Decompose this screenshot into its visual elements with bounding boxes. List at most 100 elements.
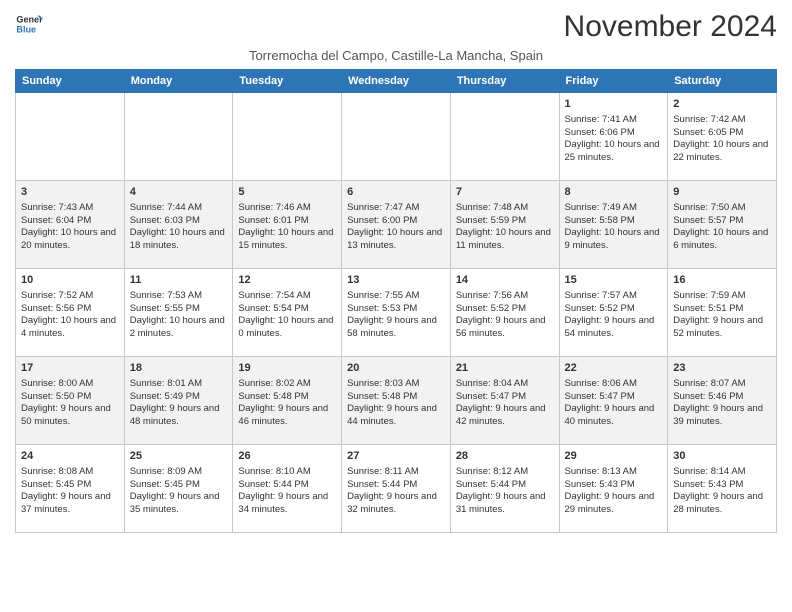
day-number: 15	[565, 273, 663, 288]
day-info: Sunrise: 7:48 AM Sunset: 5:59 PM Dayligh…	[456, 202, 554, 253]
day-number: 20	[347, 361, 445, 376]
day-info: Sunrise: 8:13 AM Sunset: 5:43 PM Dayligh…	[565, 466, 663, 517]
calendar-cell: 12Sunrise: 7:54 AM Sunset: 5:54 PM Dayli…	[233, 269, 342, 357]
day-info: Sunrise: 7:49 AM Sunset: 5:58 PM Dayligh…	[565, 202, 663, 253]
calendar-cell: 28 Sunrise: 8:12 AM Sunset: 5:44 PM Dayli…	[450, 445, 559, 533]
day-number: 13	[347, 273, 445, 288]
calendar-week-3: 10Sunrise: 7:52 AM Sunset: 5:56 PM Dayli…	[16, 269, 777, 357]
day-number: 29	[565, 449, 663, 464]
day-info: Sunrise: 8:01 AM Sunset: 5:49 PM Dayligh…	[130, 378, 228, 429]
weekday-header-friday: Friday	[559, 70, 668, 93]
calendar-cell: 29 Sunrise: 8:13 AM Sunset: 5:43 PM Dayli…	[559, 445, 668, 533]
calendar-cell: 7 Sunrise: 7:48 AM Sunset: 5:59 PM Daylig…	[450, 181, 559, 269]
calendar-cell: 13 Sunrise: 7:55 AM Sunset: 5:53 PM Dayli…	[342, 269, 451, 357]
day-number: 2	[673, 97, 771, 112]
calendar-cell: 10Sunrise: 7:52 AM Sunset: 5:56 PM Dayli…	[16, 269, 125, 357]
day-number: 14	[456, 273, 554, 288]
calendar-cell: 30 Sunrise: 8:14 AM Sunset: 5:43 PM Dayli…	[668, 445, 777, 533]
calendar-cell: 18 Sunrise: 8:01 AM Sunset: 5:49 PM Dayli…	[124, 357, 233, 445]
day-number: 26	[238, 449, 336, 464]
weekday-header-saturday: Saturday	[668, 70, 777, 93]
location-subtitle: Torremocha del Campo, Castille-La Mancha…	[15, 48, 777, 63]
calendar-cell: 21Sunrise: 8:04 AM Sunset: 5:47 PM Dayli…	[450, 357, 559, 445]
weekday-header-thursday: Thursday	[450, 70, 559, 93]
day-info: Sunrise: 7:43 AM Sunset: 6:04 PM Dayligh…	[21, 202, 119, 253]
day-number: 22	[565, 361, 663, 376]
day-info: Sunrise: 7:59 AM Sunset: 5:51 PM Dayligh…	[673, 290, 771, 341]
calendar-cell: 25 Sunrise: 8:09 AM Sunset: 5:45 PM Dayli…	[124, 445, 233, 533]
day-number: 1	[565, 97, 663, 112]
calendar-cell: 1 Sunrise: 7:41 AM Sunset: 6:06 PM Daylig…	[559, 93, 668, 181]
day-number: 9	[673, 185, 771, 200]
weekday-header-sunday: Sunday	[16, 70, 125, 93]
day-info: Sunrise: 8:02 AM Sunset: 5:48 PM Dayligh…	[238, 378, 336, 429]
day-info: Sunrise: 8:07 AM Sunset: 5:46 PM Dayligh…	[673, 378, 771, 429]
weekday-header-row: SundayMondayTuesdayWednesdayThursdayFrid…	[16, 70, 777, 93]
day-info: Sunrise: 7:44 AM Sunset: 6:03 PM Dayligh…	[130, 202, 228, 253]
calendar-cell: 20 Sunrise: 8:03 AM Sunset: 5:48 PM Dayli…	[342, 357, 451, 445]
day-info: Sunrise: 8:11 AM Sunset: 5:44 PM Dayligh…	[347, 466, 445, 517]
day-number: 12	[238, 273, 336, 288]
month-title: November 2024	[564, 10, 777, 44]
logo-icon: General Blue	[15, 10, 43, 38]
calendar-cell	[233, 93, 342, 181]
day-info: Sunrise: 7:55 AM Sunset: 5:53 PM Dayligh…	[347, 290, 445, 341]
day-info: Sunrise: 8:09 AM Sunset: 5:45 PM Dayligh…	[130, 466, 228, 517]
day-number: 16	[673, 273, 771, 288]
day-info: Sunrise: 8:04 AM Sunset: 5:47 PM Dayligh…	[456, 378, 554, 429]
day-number: 4	[130, 185, 228, 200]
day-info: Sunrise: 8:14 AM Sunset: 5:43 PM Dayligh…	[673, 466, 771, 517]
calendar-cell	[124, 93, 233, 181]
svg-text:Blue: Blue	[16, 24, 36, 34]
calendar-cell	[16, 93, 125, 181]
day-number: 18	[130, 361, 228, 376]
day-info: Sunrise: 8:10 AM Sunset: 5:44 PM Dayligh…	[238, 466, 336, 517]
title-block: November 2024	[564, 10, 777, 44]
calendar-cell: 16 Sunrise: 7:59 AM Sunset: 5:51 PM Dayli…	[668, 269, 777, 357]
day-number: 19	[238, 361, 336, 376]
calendar-cell: 3 Sunrise: 7:43 AM Sunset: 6:04 PM Daylig…	[16, 181, 125, 269]
calendar-cell: 17 Sunrise: 8:00 AM Sunset: 5:50 PM Dayli…	[16, 357, 125, 445]
calendar-cell: 15 Sunrise: 7:57 AM Sunset: 5:52 PM Dayli…	[559, 269, 668, 357]
day-number: 28	[456, 449, 554, 464]
day-info: Sunrise: 8:06 AM Sunset: 5:47 PM Dayligh…	[565, 378, 663, 429]
day-number: 8	[565, 185, 663, 200]
calendar-cell: 5Sunrise: 7:46 AM Sunset: 6:01 PM Daylig…	[233, 181, 342, 269]
calendar-cell: 23Sunrise: 8:07 AM Sunset: 5:46 PM Dayli…	[668, 357, 777, 445]
day-info: Sunrise: 7:41 AM Sunset: 6:06 PM Dayligh…	[565, 114, 663, 165]
calendar-week-2: 3 Sunrise: 7:43 AM Sunset: 6:04 PM Daylig…	[16, 181, 777, 269]
day-number: 24	[21, 449, 119, 464]
calendar-cell: 26 Sunrise: 8:10 AM Sunset: 5:44 PM Dayli…	[233, 445, 342, 533]
calendar-week-4: 17 Sunrise: 8:00 AM Sunset: 5:50 PM Dayli…	[16, 357, 777, 445]
weekday-header-wednesday: Wednesday	[342, 70, 451, 93]
day-info: Sunrise: 8:03 AM Sunset: 5:48 PM Dayligh…	[347, 378, 445, 429]
day-info: Sunrise: 8:08 AM Sunset: 5:45 PM Dayligh…	[21, 466, 119, 517]
calendar-week-1: 1 Sunrise: 7:41 AM Sunset: 6:06 PM Daylig…	[16, 93, 777, 181]
day-number: 10	[21, 273, 119, 288]
day-number: 3	[21, 185, 119, 200]
calendar-cell: 4 Sunrise: 7:44 AM Sunset: 6:03 PM Daylig…	[124, 181, 233, 269]
day-info: Sunrise: 8:12 AM Sunset: 5:44 PM Dayligh…	[456, 466, 554, 517]
calendar-cell: 9Sunrise: 7:50 AM Sunset: 5:57 PM Daylig…	[668, 181, 777, 269]
day-number: 7	[456, 185, 554, 200]
day-number: 25	[130, 449, 228, 464]
weekday-header-monday: Monday	[124, 70, 233, 93]
day-number: 11	[130, 273, 228, 288]
day-info: Sunrise: 7:53 AM Sunset: 5:55 PM Dayligh…	[130, 290, 228, 341]
day-info: Sunrise: 8:00 AM Sunset: 5:50 PM Dayligh…	[21, 378, 119, 429]
page-header: General Blue November 2024	[15, 10, 777, 44]
calendar-cell: 14Sunrise: 7:56 AM Sunset: 5:52 PM Dayli…	[450, 269, 559, 357]
day-number: 17	[21, 361, 119, 376]
calendar-cell: 2Sunrise: 7:42 AM Sunset: 6:05 PM Daylig…	[668, 93, 777, 181]
calendar-cell	[342, 93, 451, 181]
day-info: Sunrise: 7:57 AM Sunset: 5:52 PM Dayligh…	[565, 290, 663, 341]
calendar-cell: 19 Sunrise: 8:02 AM Sunset: 5:48 PM Dayli…	[233, 357, 342, 445]
calendar-table: SundayMondayTuesdayWednesdayThursdayFrid…	[15, 69, 777, 533]
calendar-cell: 27 Sunrise: 8:11 AM Sunset: 5:44 PM Dayli…	[342, 445, 451, 533]
calendar-week-5: 24 Sunrise: 8:08 AM Sunset: 5:45 PM Dayli…	[16, 445, 777, 533]
day-number: 6	[347, 185, 445, 200]
day-number: 27	[347, 449, 445, 464]
day-number: 30	[673, 449, 771, 464]
day-number: 5	[238, 185, 336, 200]
calendar-cell: 11 Sunrise: 7:53 AM Sunset: 5:55 PM Dayli…	[124, 269, 233, 357]
